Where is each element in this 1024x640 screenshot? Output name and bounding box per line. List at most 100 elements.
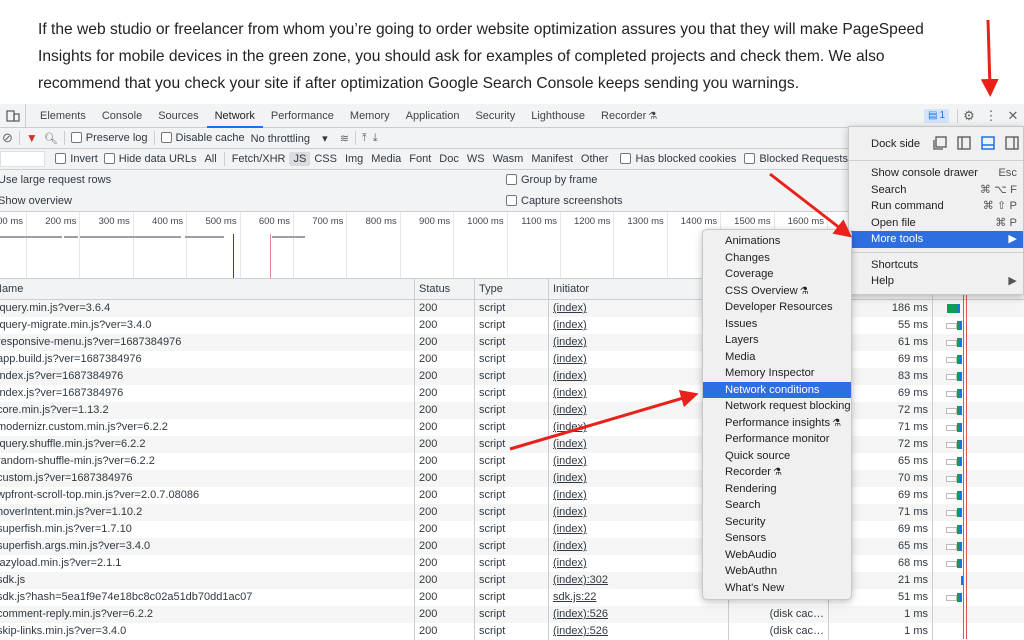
clear-icon[interactable]: ⊘ <box>2 130 13 146</box>
menu-item-recorder[interactable]: Recorder ⚗ <box>703 464 851 481</box>
menu-item-what-s-new[interactable]: What's New <box>703 580 851 597</box>
dock-bottom-icon[interactable] <box>981 136 995 150</box>
request-initiator[interactable]: (index):526 <box>549 623 729 640</box>
table-row[interactable]: skip-links.min.js?ver=3.4.0 200 script (ind… <box>0 623 1024 640</box>
menu-item-open-file[interactable]: Open file ⌘ P <box>849 215 1023 232</box>
column-status[interactable]: Status <box>415 279 475 300</box>
column-type[interactable]: Type <box>475 279 549 300</box>
show-overview-option[interactable]: Show overview <box>0 195 72 207</box>
request-initiator[interactable]: (index):526 <box>549 606 729 623</box>
close-icon[interactable]: ✕ <box>1002 104 1024 128</box>
network-conditions-icon[interactable]: ≋ <box>340 132 349 145</box>
menu-item-network-conditions[interactable]: Network conditions <box>703 381 851 398</box>
menu-item-network-request-blocking[interactable]: Network request blocking <box>703 398 851 415</box>
table-row[interactable]: lazyload.min.js?ver=2.1.1 200 script (index… <box>0 555 1024 572</box>
large-rows-option[interactable]: Use large request rows <box>0 174 111 186</box>
disable-cache-checkbox[interactable]: Disable cache <box>160 132 245 144</box>
hide-data-urls-checkbox[interactable]: Hide data URLs <box>103 153 196 165</box>
filter-type-all[interactable]: All <box>200 152 220 166</box>
tab-network[interactable]: Network <box>206 104 263 128</box>
menu-item-css-overview[interactable]: CSS Overview ⚗ <box>703 283 851 300</box>
table-row[interactable]: comment-reply.min.js?ver=6.2.2 200 script(… <box>0 606 1024 623</box>
menu-item-changes[interactable]: Changes <box>703 250 851 267</box>
table-row[interactable]: jquery.shuffle.min.js?ver=6.2.2 200 script… <box>0 436 1024 453</box>
kebab-menu-icon[interactable]: ⋮ <box>980 104 1002 128</box>
menu-item-show-console-drawer[interactable]: Show console drawer Esc <box>849 165 1023 182</box>
import-har-icon[interactable]: ⤒ <box>362 132 367 145</box>
menu-item-more-tools[interactable]: More tools ▶ <box>849 231 1023 248</box>
group-by-frame-checkbox[interactable]: Group by frame <box>506 174 597 186</box>
tab-elements[interactable]: Elements <box>32 104 94 128</box>
menu-item-developer-resources[interactable]: Developer Resources <box>703 299 851 316</box>
table-row[interactable]: random-shuffle-min.js?ver=6.2.2 200 script… <box>0 453 1024 470</box>
dock-left-icon[interactable] <box>957 136 971 150</box>
undock-icon[interactable] <box>933 136 947 150</box>
menu-item-layers[interactable]: Layers <box>703 332 851 349</box>
menu-item-webauthn[interactable]: WebAuthn <box>703 563 851 580</box>
device-toolbar-icon[interactable] <box>0 103 26 128</box>
table-row[interactable]: jquery-migrate.min.js?ver=3.4.0 200 script… <box>0 317 1024 334</box>
filter-type-ws[interactable]: WS <box>463 152 489 166</box>
menu-item-coverage[interactable]: Coverage <box>703 266 851 283</box>
tab-recorder[interactable]: Recorder ⚗ <box>593 104 665 128</box>
tab-lighthouse[interactable]: Lighthouse <box>523 104 593 128</box>
filter-type-wasm[interactable]: Wasm <box>489 152 528 166</box>
tab-security[interactable]: Security <box>467 104 523 128</box>
table-row[interactable]: app.build.js?ver=1687384976 200 script (ind… <box>0 351 1024 368</box>
filter-icon[interactable]: ▼ <box>26 131 38 145</box>
table-row[interactable]: index.js?ver=1687384976 200 script (index) 8… <box>0 368 1024 385</box>
table-row[interactable]: responsive-menu.js?ver=1687384976 200 scri… <box>0 334 1024 351</box>
filter-type-font[interactable]: Font <box>405 152 435 166</box>
table-row[interactable]: core.min.js?ver=1.13.2 200 script (index) 72… <box>0 402 1024 419</box>
table-row[interactable]: superfish.args.min.js?ver=3.4.0 200 script… <box>0 538 1024 555</box>
menu-item-issues[interactable]: Issues <box>703 316 851 333</box>
menu-item-sensors[interactable]: Sensors <box>703 530 851 547</box>
tab-performance[interactable]: Performance <box>263 104 342 128</box>
column-name[interactable]: Name <box>0 279 415 300</box>
tab-memory[interactable]: Memory <box>342 104 398 128</box>
issues-badge[interactable]: ▤ 1 <box>923 109 949 123</box>
menu-item-security[interactable]: Security <box>703 514 851 531</box>
table-row[interactable]: sdk.js?hash=5ea1f9e74e18bc8c02a51db70dd1… <box>0 589 1024 606</box>
filter-type-img[interactable]: Img <box>341 152 367 166</box>
table-row[interactable]: index.js?ver=1687384976 200 script (index) 6… <box>0 385 1024 402</box>
menu-item-search[interactable]: Search ⌘ ⌥ F <box>849 182 1023 199</box>
table-row[interactable]: modernizr.custom.min.js?ver=6.2.2 200 scri… <box>0 419 1024 436</box>
menu-item-media[interactable]: Media <box>703 349 851 366</box>
search-icon[interactable]: 🔍︎ <box>44 132 58 145</box>
menu-item-performance-insights[interactable]: Performance insights ⚗ <box>703 415 851 432</box>
menu-item-help[interactable]: Help ▶ <box>849 273 1023 290</box>
table-row[interactable]: sdk.js200script(index):30221 ms <box>0 572 1024 589</box>
filter-type-js[interactable]: JS <box>289 152 311 166</box>
filter-type-doc[interactable]: Doc <box>435 152 463 166</box>
menu-item-webaudio[interactable]: WebAudio <box>703 547 851 564</box>
table-row[interactable]: superfish.min.js?ver=1.7.10 200 script (ind… <box>0 521 1024 538</box>
menu-item-quick-source[interactable]: Quick source <box>703 448 851 465</box>
menu-item-shortcuts[interactable]: Shortcuts <box>849 257 1023 274</box>
filter-type-fetchxhr[interactable]: Fetch/XHR <box>228 152 290 166</box>
menu-item-performance-monitor[interactable]: Performance monitor <box>703 431 851 448</box>
tab-console[interactable]: Console <box>94 104 150 128</box>
settings-gear-icon[interactable]: ⚙ <box>958 104 980 128</box>
menu-item-rendering[interactable]: Rendering <box>703 481 851 498</box>
filter-type-manifest[interactable]: Manifest <box>527 152 577 166</box>
capture-screenshots-checkbox[interactable]: Capture screenshots <box>506 195 623 207</box>
blocked-requests-checkbox[interactable]: Blocked Requests <box>744 153 848 165</box>
invert-checkbox[interactable]: Invert <box>55 153 98 165</box>
menu-item-memory-inspector[interactable]: Memory Inspector <box>703 365 851 382</box>
preserve-log-checkbox[interactable]: Preserve log <box>70 132 148 144</box>
table-row[interactable]: wpfront-scroll-top.min.js?ver=2.0.7.0808… <box>0 487 1024 504</box>
throttling-select[interactable]: No throttling ▾ <box>251 132 328 145</box>
table-row[interactable]: hoverIntent.min.js?ver=1.10.2 200 script (i… <box>0 504 1024 521</box>
filter-type-css[interactable]: CSS <box>310 152 341 166</box>
table-row[interactable]: jquery.min.js?ver=3.6.4 200 script (index) 1… <box>0 300 1024 317</box>
menu-item-run-command[interactable]: Run command ⌘ ⇧ P <box>849 198 1023 215</box>
menu-item-search[interactable]: Search <box>703 497 851 514</box>
filter-input[interactable] <box>0 151 46 167</box>
export-har-icon[interactable]: ⤓ <box>373 132 378 145</box>
has-blocked-cookies-checkbox[interactable]: Has blocked cookies <box>620 153 736 165</box>
dock-right-icon[interactable] <box>1005 136 1019 150</box>
menu-item-animations[interactable]: Animations <box>703 233 851 250</box>
tab-application[interactable]: Application <box>398 104 468 128</box>
table-row[interactable]: custom.js?ver=1687384976 200 script (index)… <box>0 470 1024 487</box>
